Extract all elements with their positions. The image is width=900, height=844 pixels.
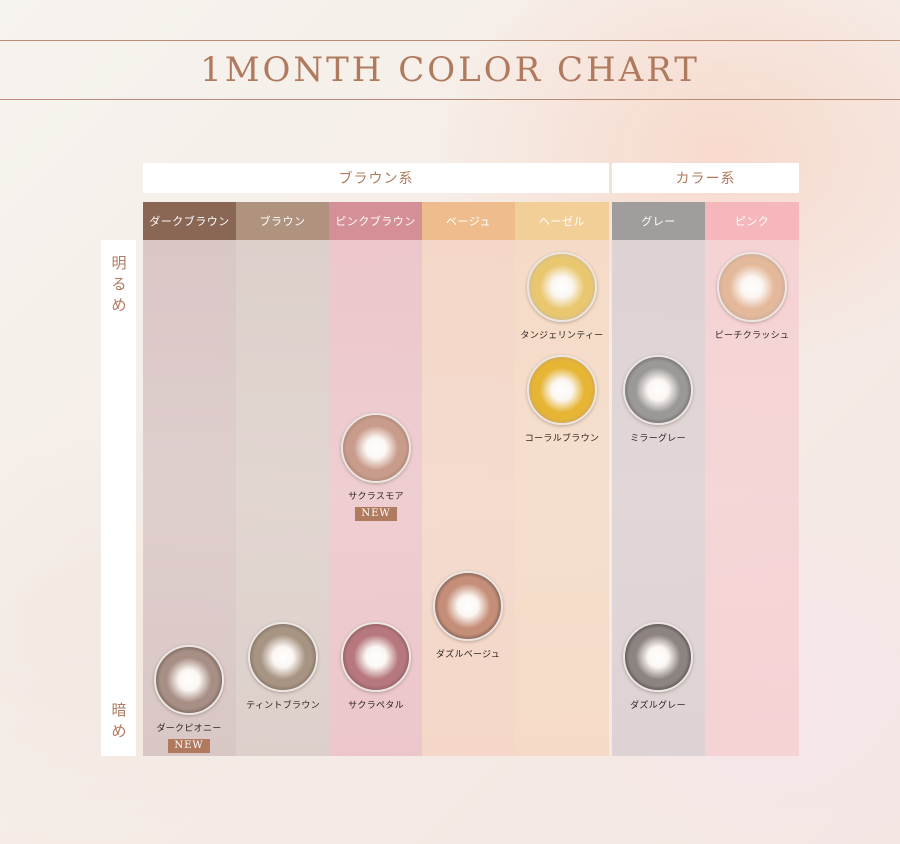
lens-name: ダークピオニー [156, 724, 222, 734]
lens-name: タンジェリンティー [520, 331, 604, 341]
lens-name: サクラペタル [348, 701, 404, 711]
lens-item[interactable]: ミラーグレー [598, 355, 718, 444]
lens-image [341, 413, 411, 483]
lens-image [623, 355, 693, 425]
lens-image [154, 645, 224, 715]
column-header-brown: ブラウン [236, 202, 329, 240]
scale-label-dark: 暗め [111, 701, 127, 740]
lens-image [433, 571, 503, 641]
title-band: 1MONTH COLOR CHART [0, 40, 900, 100]
new-badge: NEW [168, 739, 210, 753]
lens-item[interactable]: ピーチクラッシュ [692, 252, 812, 341]
lens-image [527, 355, 597, 425]
lens-image [527, 252, 597, 322]
lens-image [248, 622, 318, 692]
lens-name: コーラルブラウン [524, 434, 600, 444]
lens-name: ミラーグレー [630, 434, 686, 444]
scale-label-bright: 明るめ [111, 254, 127, 314]
lens-item[interactable]: ダズルグレー [598, 622, 718, 711]
lens-item[interactable]: タンジェリンティー [502, 252, 622, 341]
column-header-pink-brown: ピンクブラウン [329, 202, 422, 240]
page-title: 1MONTH COLOR CHART [200, 50, 700, 90]
lens-name: ダズルベージュ [435, 650, 501, 660]
lens-name: サクラスモア [348, 492, 404, 502]
lens-item[interactable]: ダークピオニー NEW [129, 645, 249, 753]
lens-name: ダズルグレー [630, 701, 686, 711]
lens-item[interactable]: サクラペタル [316, 622, 436, 711]
lens-name: ピーチクラッシュ [714, 331, 790, 341]
column-header-gray: グレー [612, 202, 705, 240]
column-header-pink: ピンク [705, 202, 799, 240]
group-header-brown: ブラウン系 [143, 163, 609, 193]
column-header-beige: ベージュ [422, 202, 515, 240]
lens-name: ティントブラウン [246, 701, 320, 711]
group-header-color: カラー系 [612, 163, 799, 193]
lens-item[interactable]: サクラスモア NEW [316, 413, 436, 521]
lens-image [717, 252, 787, 322]
column-header-hazel: ヘーゼル [515, 202, 609, 240]
column-header-dark-brown: ダークブラウン [143, 202, 236, 240]
new-badge: NEW [355, 507, 397, 521]
lens-image [623, 622, 693, 692]
lens-image [341, 622, 411, 692]
